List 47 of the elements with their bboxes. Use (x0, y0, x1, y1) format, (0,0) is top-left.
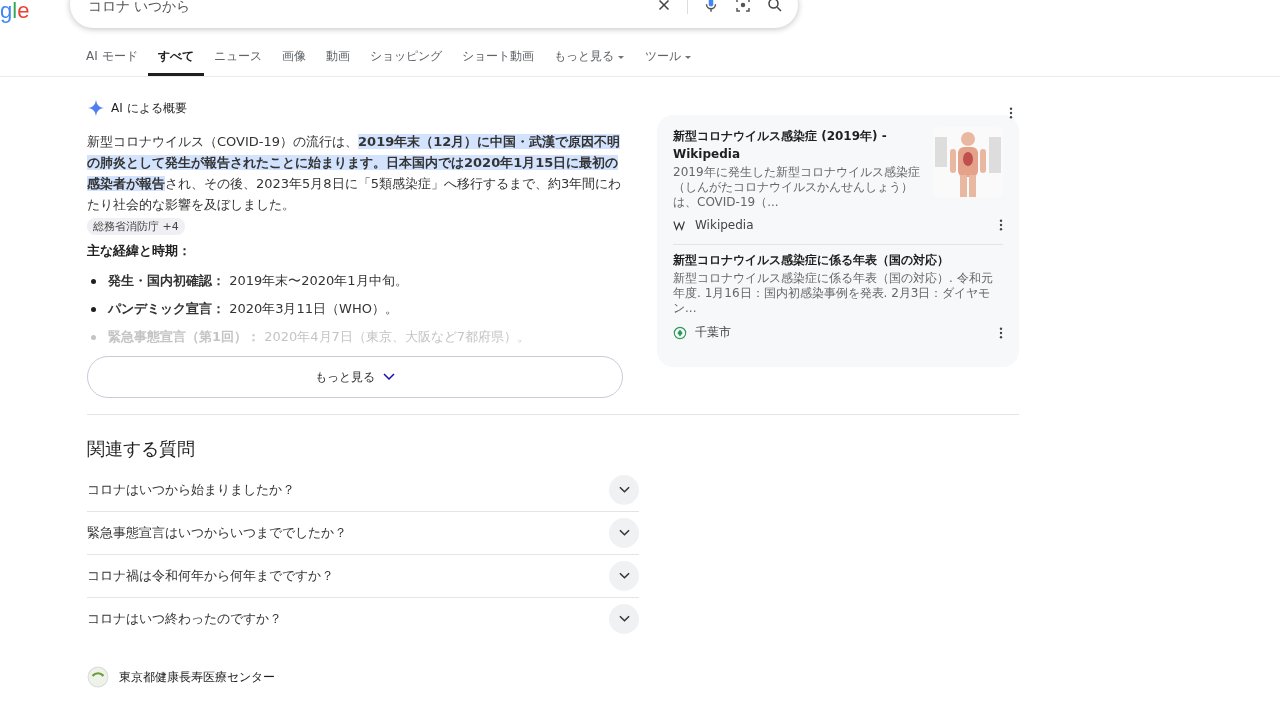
search-tab[interactable]: AI モード (76, 40, 148, 76)
search-tab[interactable]: すべて (147, 40, 204, 76)
source-site: Wikipedia (695, 218, 755, 232)
ai-overview-title: AI による概要 (111, 99, 187, 117)
emblem-icon (673, 325, 687, 340)
source-chip[interactable]: 総務省消防庁 +4 (87, 218, 185, 235)
bullet-item: パンデミック宣言： 2020年3月11日（WHO）。 (108, 300, 398, 318)
search-tab[interactable]: ツール (634, 40, 702, 76)
more-options-icon[interactable] (999, 326, 1003, 339)
source-snippet: 新型コロナウイルス感染症に係る年表（国の対応）. 令和元年度. 1月16日：国内初感染事例を発表. 2月3日：ダイヤモン... (673, 271, 994, 316)
bullet-item: 発生・国内初確認： 2019年末〜2020年1月中旬。 (108, 272, 408, 290)
question-item[interactable]: コロナはいつから始まりましたか？ (87, 469, 639, 512)
bullet-dot (91, 278, 96, 284)
search-icon[interactable] (766, 0, 784, 14)
section-heading: 主な経緯と時期： (87, 242, 192, 260)
summary-text: 新型コロナウイルス（COVID-19）の流行は、2019年末（12月）に中国・武漢で原因不明の肺炎として発生が報告されたことに始まります。日本国内では2020年1月15日に最初の感染者が報告され、その後、2023年5月8日に「5類感染症」へ移行するまで、約3年間にわたり社会的な影響を及ぼしました。 (87, 133, 622, 214)
question-item[interactable]: コロナはいつ終わったのですか？ (87, 598, 639, 640)
expand-icon[interactable] (609, 475, 639, 505)
camera-icon[interactable] (734, 0, 752, 14)
question-item[interactable]: 緊急事態宣言はいつからいつまででしたか？ (87, 512, 639, 555)
show-more-button[interactable]: もっと見る (87, 356, 623, 398)
site-icon (87, 666, 109, 688)
more-options-icon[interactable] (1009, 107, 1013, 119)
question-item[interactable]: コロナ禍は令和何年から何年までですか？ (87, 555, 639, 598)
bullet-dot (91, 306, 96, 312)
source-site: 千葉市 (695, 324, 732, 341)
bullet-dot (91, 334, 96, 340)
search-tab[interactable]: ニュース (203, 40, 272, 76)
expand-icon[interactable] (609, 561, 639, 591)
expand-icon[interactable] (609, 518, 639, 548)
source-snippet: 2019年に発生した新型コロナウイルス感染症（しんがたコロナウイルスかんせんしょう）は、COVID-19（... (673, 165, 921, 210)
wikipedia-icon (673, 218, 687, 232)
sparkle-icon (87, 99, 105, 117)
source-title[interactable]: 新型コロナウイルス感染症に係る年表（国の対応） (673, 251, 1003, 269)
result-site: 東京都健康長寿医療センター (119, 668, 275, 686)
search-tab[interactable]: もっと見る (543, 40, 635, 76)
search-tab[interactable]: ショッピング (359, 40, 452, 76)
search-field[interactable]: コロナ いつから (70, 0, 798, 28)
chevron-down-icon (383, 373, 395, 381)
source-title[interactable]: 新型コロナウイルス感染症 (2019年) - Wikipedia (673, 127, 925, 163)
search-tab[interactable]: ショート動画 (451, 40, 544, 76)
search-tab[interactable]: 動画 (315, 40, 360, 76)
more-options-icon[interactable] (999, 219, 1003, 231)
related-questions-title: 関連する質問 (87, 437, 196, 461)
expand-icon[interactable] (609, 604, 639, 634)
search-tab[interactable]: 画像 (271, 40, 316, 76)
logo[interactable]: gle (0, 0, 70, 24)
